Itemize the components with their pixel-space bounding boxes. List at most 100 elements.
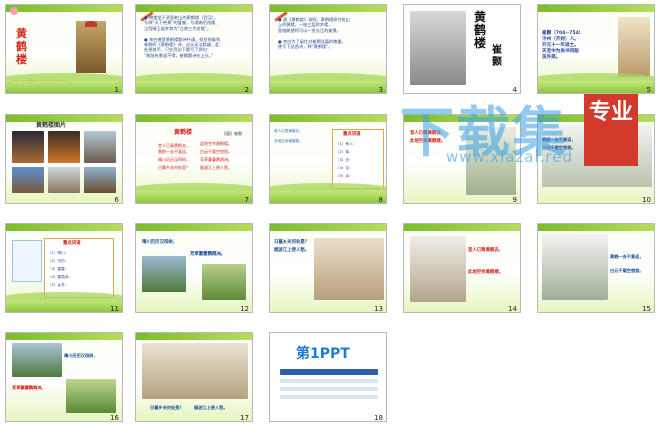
slide-thumbnail-13[interactable]: 日暮乡关何处是？ 烟波江上使人愁。 13: [269, 223, 387, 313]
slide-thumbnail-12[interactable]: 晴川历历汉阳树， 芳草萋萋鹦鹉洲。 12: [135, 223, 253, 313]
slide-number: 12: [240, 305, 249, 313]
slide-number: 3: [378, 86, 383, 94]
grass-photo: [202, 264, 246, 300]
poem-line: 晴川历历汉阳树，: [64, 353, 98, 358]
vocab-item: （1）昔人：: [336, 142, 357, 146]
slide-thumbnail-18[interactable]: 第1PPT 18: [269, 332, 387, 422]
slide-bullets: ● 故楼坐于武昌蛇山的黄鹤楼（武汉）， 号称“天下绝景”的盛誉，与湖南岳阳楼、 …: [144, 15, 221, 58]
poem-line: 芳草萋萋鹦鹉洲。: [190, 252, 226, 257]
vocab-item: （5）余：: [336, 174, 353, 178]
tower-photo-4: [12, 167, 44, 193]
slide-thumbnail-17[interactable]: 日暮乡关何处是？ 烟波江上使人愁。 17: [135, 332, 253, 422]
dusk-painting: [142, 343, 248, 399]
slide-top-bar: [538, 224, 654, 231]
vocab-heading: 重点词语: [63, 241, 81, 246]
poem-author: 【唐】崔颢: [222, 131, 242, 136]
slide-thumbnail-6[interactable]: 黄鹤楼图片 6: [5, 114, 123, 204]
vocab-item: （3）去：: [336, 158, 353, 162]
slide-number: 14: [508, 305, 517, 313]
slide-thumbnail-8[interactable]: 昔人已乘黄鹤去， 此地空余黄鹤楼。 重点词语 （1）昔人： （2）乘： （3）去…: [269, 114, 387, 204]
vocab-note: 重点词语 （1）昔人： （2）乘： （3）去： （4）空： （5）余：: [332, 129, 384, 189]
landscape-painting: [542, 234, 608, 300]
poem-line-3: 黄鹤一去不复返，: [158, 149, 190, 154]
slide-title: 黄鹤楼: [16, 27, 27, 66]
poem-line: 日暮乡关何处是？: [274, 240, 310, 245]
hint-line-1: 昔人已乘黄鹤去，: [274, 129, 303, 133]
poem-line-5: 晴川历历汉阳树，: [158, 157, 190, 162]
poem-title: 黄鹤楼: [174, 129, 193, 136]
tower-painting: [410, 236, 466, 302]
vocab-item: （2）历历：: [48, 259, 69, 263]
slide-top-bar: [270, 115, 386, 122]
info-row: [280, 387, 378, 391]
tower-photo-1: [12, 131, 44, 163]
river-photo: [12, 343, 62, 377]
slide-top-bar: [136, 115, 252, 122]
tower-photo-3: [84, 131, 116, 163]
watermark-url: www.xiazai.red: [446, 148, 574, 166]
slide-title: 黄鹤楼图片: [36, 122, 67, 129]
slide-top-bar: [538, 5, 654, 12]
slide-number: 1: [114, 86, 119, 94]
hint-line-2: 此地空余黄鹤楼。: [274, 139, 303, 143]
slide-thumbnail-3[interactable]: ● 唐《黄鹤楼》说明，黄鹤楼原为蛇山 上的黄楼，一座三层的木楼， 登临眺望时可以…: [269, 4, 387, 94]
slide-thumbnail-11[interactable]: 重点词语 （1）晴川： （2）历历： （3）萋萋： （4）鹦鹉洲： （5）乡关：…: [5, 223, 123, 313]
poem-author: 崔颢: [492, 45, 502, 68]
slide-number: 7: [244, 196, 249, 204]
vocab-item: （5）乡关：: [48, 283, 69, 287]
dusk-painting: [314, 238, 384, 300]
slide-number: 5: [646, 86, 651, 94]
banner-bar: [280, 369, 378, 375]
slide-thumbnail-1[interactable]: 黄鹤楼 第一PPT模板网-WWW.1PPT.COM 1: [5, 4, 123, 94]
poem-line: 晴川历历汉阳树，: [142, 240, 178, 245]
ppt-logo: 第1PPT: [296, 346, 350, 362]
flower-icon: [10, 7, 18, 15]
slide-top-bar: [136, 224, 252, 231]
river-photo: [142, 256, 186, 292]
slide-thumbnail-14[interactable]: 昔人已乘黄鹤去， 此地空余黄鹤楼。 14: [403, 223, 521, 313]
slide-number: 18: [374, 414, 383, 422]
portrait-image: [618, 17, 650, 77]
vocab-note: 重点词语 （1）晴川： （2）历历： （3）萋萋： （4）鹦鹉洲： （5）乡关：: [44, 238, 114, 298]
slide-number: 10: [642, 196, 651, 204]
poem-line: 烟波江上使人愁。: [274, 248, 310, 253]
slide-number: 17: [240, 414, 249, 422]
watermark-badge: 专业: [584, 94, 638, 166]
slide-thumbnail-5[interactable]: 崔颢（704--754） 汴州（开封）人。 开元十一年进士。 天宝中为尚书司勋 …: [537, 4, 655, 94]
poem-line-7: 日暮乡关何处是？: [158, 165, 190, 170]
poem-line: 此地空余黄鹤楼。: [468, 270, 504, 275]
slide-top-bar: [6, 333, 122, 340]
poem-line-2: 此地空余黄鹤楼。: [200, 141, 232, 146]
slide-bottom-bar: [136, 191, 252, 203]
author-bio: 崔颢（704--754） 汴州（开封）人。 开元十一年进士。 天宝中为尚书司勋 …: [542, 31, 584, 60]
slide-thumbnail-7[interactable]: 黄鹤楼 【唐】崔颢 昔人已乘黄鹤去， 黄鹤一去不复返， 晴川历历汉阳树， 日暮乡…: [135, 114, 253, 204]
slide-top-bar: [270, 5, 386, 12]
poem-line: 日暮乡关何处是？: [150, 405, 184, 410]
tower-photo: [410, 11, 466, 85]
slide-number: 2: [244, 86, 249, 94]
tower-photo-5: [48, 167, 80, 193]
slide-thumbnail-4[interactable]: 黄鹤楼 崔颢 4: [403, 4, 521, 94]
vocab-item: （2）乘：: [336, 150, 353, 154]
poem-line: 芳草萋萋鹦鹉洲。: [12, 385, 46, 390]
slide-number: 16: [110, 414, 119, 422]
poem-line-6: 芳草萋萋鹦鹉洲。: [200, 157, 232, 162]
grass-photo: [66, 379, 116, 413]
slide-thumbnail-2[interactable]: ● 故楼坐于武昌蛇山的黄鹤楼（武汉）， 号称“天下绝景”的盛誉，与湖南岳阳楼、 …: [135, 4, 253, 94]
slide-bottom-bar: [270, 191, 386, 203]
vocab-item: （1）晴川：: [48, 251, 69, 255]
poem-line-4: 白云千载空悠悠。: [200, 149, 232, 154]
slide-number: 8: [378, 196, 383, 204]
tower-photo-2: [48, 131, 80, 163]
slide-bottom-bar: [136, 81, 252, 93]
slide-bottom-bar: [270, 81, 386, 93]
slide-number: 13: [374, 305, 383, 313]
slide-thumbnail-15[interactable]: 黄鹤一去不复返， 白云千载空悠悠。 15: [537, 223, 655, 313]
slide-thumbnail-16[interactable]: 晴川历历汉阳树， 芳草萋萋鹦鹉洲。 16: [5, 332, 123, 422]
slide-number: 15: [642, 305, 651, 313]
poem-line: 白云千载空悠悠。: [610, 268, 644, 273]
vocab-item: （3）萋萋：: [48, 267, 69, 271]
slide-top-bar: [6, 5, 122, 12]
slide-top-bar: [6, 224, 122, 231]
vocab-item: （4）鹦鹉洲：: [48, 275, 72, 279]
